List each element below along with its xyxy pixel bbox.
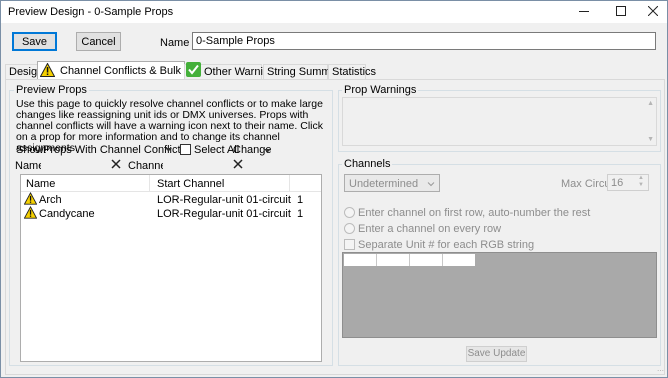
minimize-icon[interactable] [567,1,600,23]
cancel-button-label: Cancel [81,36,116,48]
prop-warnings-textbox[interactable]: ▲ ▼ [342,97,657,146]
table-row[interactable]: Candycane LOR-Regular-unit 01-circuit 1 [21,205,321,222]
window-title: Preview Design - 0-Sample Props [8,6,174,18]
every-row-radio[interactable] [344,223,355,234]
channel-grid[interactable] [342,252,657,338]
every-row-option-label: Enter a channel on every row [358,223,502,235]
tab-channel-conflicts[interactable]: Channel Conflicts & Bulk Changes [37,61,228,80]
grid-header-cell [377,254,410,266]
save-update-label: Save Update [467,348,526,359]
column-divider [149,175,150,191]
prop-warnings-title: Prop Warnings [342,84,419,96]
props-list[interactable]: Name Start Channel Arch LOR-Regular-unit… [20,174,322,362]
tab-string-summary[interactable]: String Summary [263,64,346,79]
grid-header-cell [443,254,475,266]
row-start-channel: LOR-Regular-unit 01-circuit 1 [157,208,304,220]
channel-type-select[interactable]: Undetermined [344,174,440,192]
max-circuit-spinner[interactable]: 16 ▲ ▼ [607,174,649,191]
grid-header-cell [344,254,377,266]
separate-unit-checkbox[interactable] [344,239,355,250]
spinner-down-icon[interactable]: ▼ [638,182,644,188]
resize-grip-icon[interactable]: ⋯ [657,367,664,375]
show-select[interactable]: Props With Channel Conflicts [40,142,186,157]
channel-filter-input[interactable] [163,157,229,172]
name-filter-input[interactable] [41,157,107,172]
column-header-name[interactable]: Name [26,178,55,190]
tab-statistics[interactable]: Statistics [328,64,376,79]
tab-design[interactable]: Design [5,64,43,79]
props-list-header: Name Start Channel [21,175,321,192]
chevron-down-icon [165,144,172,156]
max-circuit-value: 16 [611,177,624,189]
tab-statistics-label: Statistics [332,66,377,78]
column-header-start-channel[interactable]: Start Channel [157,178,224,190]
save-button[interactable]: Save [12,32,57,51]
name-input[interactable] [192,32,656,50]
chevron-down-icon [427,179,435,191]
scroll-down-icon[interactable]: ▼ [647,136,654,143]
separate-unit-label: Separate Unit # for each RGB string [358,239,535,251]
cancel-button[interactable]: Cancel [76,32,121,51]
scroll-up-icon[interactable]: ▲ [647,100,654,107]
name-label: Name [160,37,190,49]
first-row-radio[interactable] [344,207,355,218]
first-row-option-label: Enter channel on first row, auto-number … [358,207,591,219]
tab-other-warnings[interactable]: Other Warnings [184,62,281,79]
select-all-checkbox[interactable] [180,144,191,155]
channels-title: Channels [342,158,393,170]
table-row[interactable]: Arch LOR-Regular-unit 01-circuit 1 [21,191,321,206]
clear-name-filter-icon[interactable] [109,158,123,172]
spinner-up-icon[interactable]: ▲ [638,175,644,181]
save-update-button[interactable]: Save Update [466,346,527,362]
preview-design-window: Preview Design - 0-Sample Props Save Can… [0,0,668,378]
channel-type-value: Undetermined [349,178,419,190]
row-name: Candycane [39,208,95,220]
maximize-icon[interactable] [604,1,637,23]
save-button-label: Save [21,36,48,48]
warning-icon [23,205,38,222]
clear-channel-filter-icon[interactable] [231,158,245,172]
preview-props-title: Preview Props [14,84,89,96]
chevron-down-icon [264,145,271,157]
change-dropdown[interactable]: Change [232,142,277,157]
grid-header-cell [410,254,443,266]
column-divider [289,175,290,191]
row-name: Arch [39,194,62,206]
close-icon[interactable] [636,1,668,23]
title-bar: Preview Design - 0-Sample Props [1,1,667,23]
row-start-channel: LOR-Regular-unit 01-circuit 1 [157,194,304,206]
